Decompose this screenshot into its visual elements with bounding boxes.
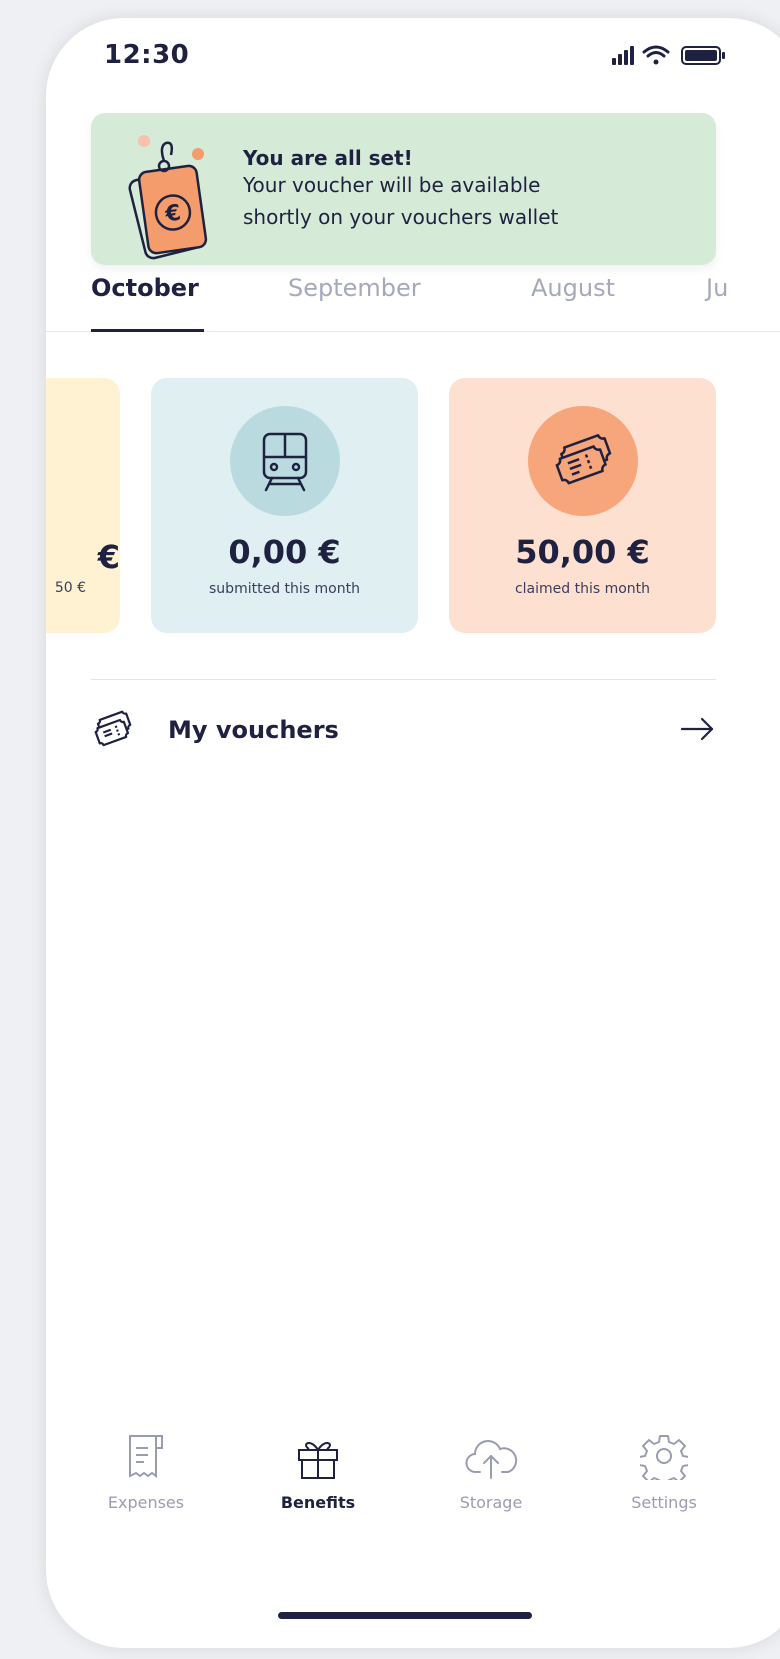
card-amount: €: [97, 538, 120, 576]
nav-benefits[interactable]: Benefits: [258, 1426, 378, 1526]
gift-icon: [298, 1442, 338, 1479]
status-time: 12:30: [104, 40, 190, 70]
card-amount: 50,00 €: [515, 533, 650, 571]
section-divider: [91, 679, 716, 680]
toast-message-line2: shortly on your vouchers wallet: [243, 205, 559, 229]
status-icons: [606, 43, 746, 67]
nav-label: Storage: [459, 1493, 523, 1512]
price-tag-icon: €: [128, 135, 208, 260]
summary-card-partial[interactable]: € 50 €: [46, 378, 120, 633]
train-icon: [230, 406, 340, 516]
nav-settings[interactable]: Settings: [604, 1426, 724, 1526]
arrow-right-icon[interactable]: [680, 714, 716, 744]
battery-icon: [681, 46, 725, 65]
gear-icon: [640, 1435, 688, 1480]
success-toast: € You are all set! Your voucher will be …: [91, 113, 716, 265]
nav-label: Expenses: [107, 1493, 185, 1512]
nav-storage[interactable]: Storage: [431, 1426, 551, 1526]
card-sub: 50 €: [54, 580, 86, 596]
toast-message-line1: Your voucher will be available: [243, 173, 541, 197]
nav-label: Benefits: [280, 1493, 356, 1512]
phone-screen: 12:30 € You are all set! Your voucher wi…: [46, 18, 780, 1648]
voucher-icon: [528, 406, 638, 516]
nav-expenses[interactable]: Expenses: [86, 1426, 206, 1526]
wifi-icon: [642, 45, 670, 65]
nav-label: Settings: [631, 1493, 697, 1512]
my-vouchers-row[interactable]: My vouchers: [91, 704, 716, 760]
tab-september[interactable]: September: [288, 274, 421, 302]
tab-october[interactable]: October: [91, 274, 199, 302]
tab-july[interactable]: Ju: [706, 274, 728, 302]
active-tab-indicator: [91, 329, 204, 332]
my-vouchers-label: My vouchers: [168, 716, 339, 744]
voucher-icon: [94, 710, 132, 747]
home-indicator[interactable]: [278, 1612, 532, 1619]
card-sub: submitted this month: [209, 581, 360, 597]
card-sub: claimed this month: [514, 581, 651, 597]
svg-text:€: €: [163, 201, 183, 228]
cloud-upload-icon: [465, 1440, 518, 1479]
tab-august[interactable]: August: [531, 274, 615, 302]
toast-title: You are all set!: [243, 146, 413, 170]
signal-icon: [612, 46, 634, 65]
summary-card-claimed[interactable]: 50,00 € claimed this month: [449, 378, 716, 633]
summary-card-submitted[interactable]: 0,00 € submitted this month: [151, 378, 418, 633]
card-amount: 0,00 €: [228, 533, 341, 571]
receipt-icon: [129, 1435, 163, 1478]
